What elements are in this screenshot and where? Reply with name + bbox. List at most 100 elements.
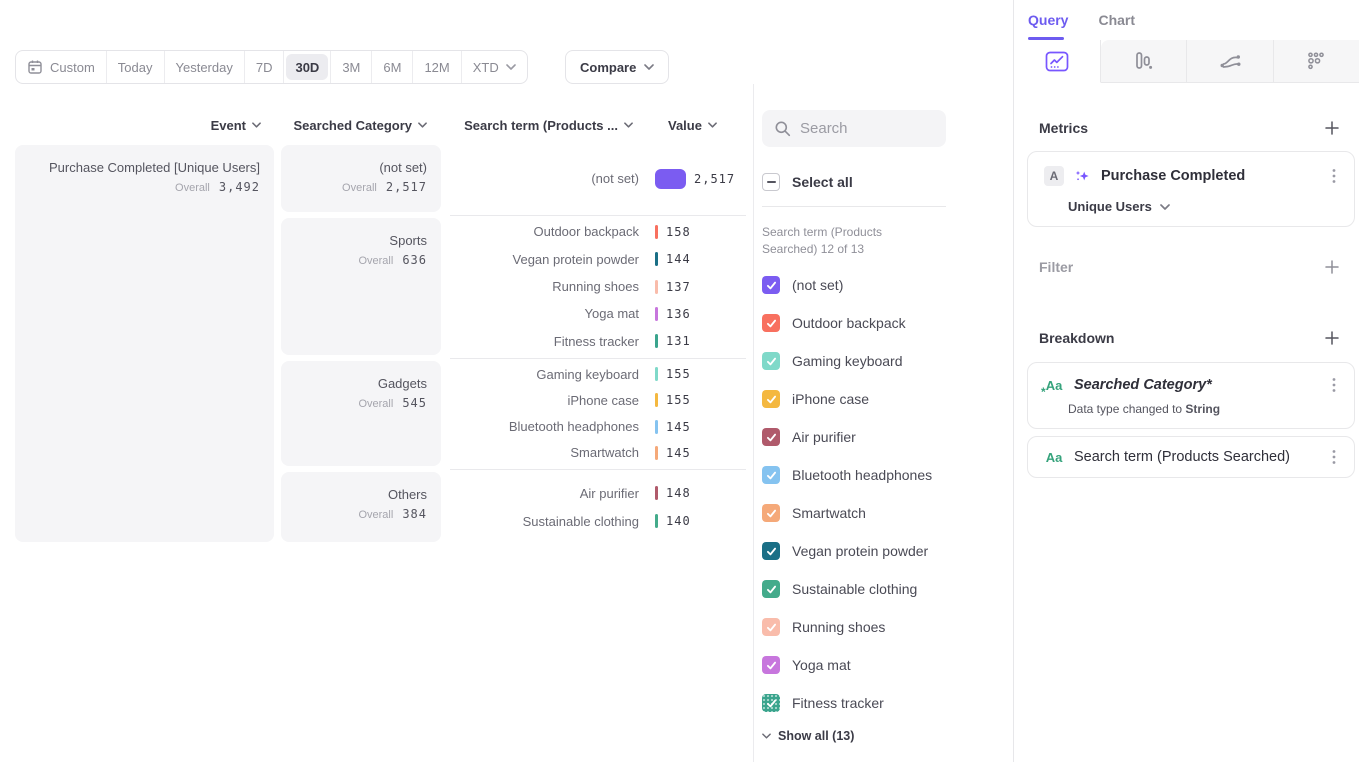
breakdown-card-search-term[interactable]: Aa Search term (Products Searched)	[1027, 436, 1355, 478]
filter-heading-row: Filter	[1027, 258, 1355, 275]
series-checkbox-checked[interactable]	[762, 580, 780, 598]
date-range-12m[interactable]: 12M	[412, 51, 460, 83]
event-cell[interactable]: Purchase Completed [Unique Users] Overal…	[15, 145, 274, 542]
kebab-menu-icon[interactable]	[1326, 449, 1342, 465]
value-bar[interactable]	[655, 420, 658, 434]
value-bar[interactable]	[655, 225, 658, 239]
term-group-gadgets: Gaming keyboard 155 iPhone case 155 Blue…	[450, 361, 746, 466]
column-header-search-term[interactable]: Search term (Products ...	[450, 117, 633, 133]
legend-item[interactable]: (not set)	[762, 266, 1013, 304]
series-checkbox-checked[interactable]	[762, 352, 780, 370]
date-range-xtd[interactable]: XTD	[461, 51, 527, 83]
value-bar[interactable]	[655, 334, 658, 348]
term-row[interactable]: Smartwatch 145	[450, 440, 746, 466]
value-bar[interactable]	[655, 280, 658, 294]
term-row[interactable]: Sustainable clothing 140	[450, 507, 746, 535]
column-header-event[interactable]: Event	[15, 117, 261, 133]
legend-item[interactable]: Vegan protein powder	[762, 532, 1013, 570]
tab-query-active[interactable]: Query	[1028, 0, 1068, 40]
column-header-value[interactable]: Value	[668, 117, 748, 133]
add-filter-button[interactable]	[1324, 259, 1340, 275]
tab-funnels-report[interactable]	[1101, 40, 1187, 83]
value-bar[interactable]	[655, 446, 658, 460]
series-checkbox-checked[interactable]	[762, 466, 780, 484]
metrics-heading: Metrics	[1039, 120, 1088, 136]
date-range-7d[interactable]: 7D	[244, 51, 284, 83]
category-cell-not-set[interactable]: (not set) Overall2,517	[281, 145, 441, 212]
date-range-yesterday[interactable]: Yesterday	[164, 51, 244, 83]
series-checkbox-checked[interactable]	[762, 618, 780, 636]
category-cell-gadgets[interactable]: Gadgets Overall545	[281, 361, 441, 466]
legend-item[interactable]: Gaming keyboard	[762, 342, 1013, 380]
legend-search-input[interactable]	[800, 120, 936, 137]
term-row[interactable]: Bluetooth headphones 145	[450, 414, 746, 440]
series-checkbox-checked[interactable]	[762, 694, 780, 712]
date-range-custom[interactable]: Custom	[16, 51, 106, 83]
legend-item[interactable]: iPhone case	[762, 380, 1013, 418]
legend-item[interactable]: Bluetooth headphones	[762, 456, 1013, 494]
term-row[interactable]: Outdoor backpack 158	[450, 218, 746, 245]
series-checkbox-checked[interactable]	[762, 390, 780, 408]
tab-retention-report[interactable]	[1273, 40, 1359, 83]
kebab-menu-icon[interactable]	[1326, 377, 1342, 393]
category-cell-sports[interactable]: Sports Overall636	[281, 218, 441, 355]
value-bar[interactable]	[655, 307, 658, 321]
value-bar[interactable]	[655, 486, 658, 500]
tab-chart[interactable]: Chart	[1098, 0, 1135, 40]
series-checkbox-checked[interactable]	[762, 314, 780, 332]
term-row[interactable]: Running shoes 137	[450, 273, 746, 300]
date-range-6m[interactable]: 6M	[371, 51, 412, 83]
value-bar[interactable]	[655, 169, 686, 189]
value-bar[interactable]	[655, 514, 658, 528]
breakdown-heading: Breakdown	[1039, 330, 1114, 346]
legend-item[interactable]: Sustainable clothing	[762, 570, 1013, 608]
metrics-heading-row: Metrics	[1027, 119, 1355, 136]
term-row[interactable]: iPhone case 155	[450, 387, 746, 413]
term-row[interactable]: Yoga mat 136	[450, 300, 746, 327]
legend-search[interactable]	[762, 110, 946, 147]
category-cell-others[interactable]: Others Overall384	[281, 472, 441, 542]
kebab-menu-icon[interactable]	[1326, 168, 1342, 184]
measure-dropdown[interactable]: Unique Users	[1068, 199, 1342, 214]
legend-item[interactable]: Smartwatch	[762, 494, 1013, 532]
breakdown-card-searched-category[interactable]: Aa* Searched Category* Data type changed…	[1027, 362, 1355, 429]
term-row[interactable]: (not set) 2,517	[450, 165, 746, 193]
term-row[interactable]: Vegan protein powder 144	[450, 245, 746, 272]
string-type-icon: Aa*	[1044, 378, 1064, 393]
legend-item[interactable]: Yoga mat	[762, 646, 1013, 684]
chevron-down-icon	[418, 122, 427, 128]
term-row[interactable]: Air purifier 148	[450, 479, 746, 507]
term-row[interactable]: Fitness tracker 131	[450, 328, 746, 355]
series-checkbox-checked[interactable]	[762, 504, 780, 522]
value-bar[interactable]	[655, 252, 658, 266]
series-checkbox-checked[interactable]	[762, 428, 780, 446]
series-checkbox-checked[interactable]	[762, 656, 780, 674]
chevron-down-icon	[506, 64, 516, 70]
compare-button[interactable]: Compare	[565, 50, 669, 84]
legend-item[interactable]: Air purifier	[762, 418, 1013, 456]
term-group-sports: Outdoor backpack 158 Vegan protein powde…	[450, 218, 746, 355]
legend-item[interactable]: Running shoes	[762, 608, 1013, 646]
tab-insights-report-active[interactable]	[1014, 40, 1101, 83]
plus-icon	[1324, 259, 1340, 275]
legend-item[interactable]: Fitness tracker	[762, 684, 1013, 722]
term-group-others: Air purifier 148 Sustainable clothing 14…	[450, 472, 746, 542]
value-bar[interactable]	[655, 393, 658, 407]
metric-card[interactable]: A Purchase Completed Unique Users	[1027, 151, 1355, 227]
tab-flows-report[interactable]	[1186, 40, 1273, 83]
date-range-30d-selected[interactable]: 30D	[283, 51, 330, 83]
series-checkbox-checked[interactable]	[762, 542, 780, 560]
term-row[interactable]: Gaming keyboard 155	[450, 361, 746, 387]
add-metric-button[interactable]	[1324, 120, 1340, 136]
add-breakdown-button[interactable]	[1324, 330, 1340, 346]
legend-item[interactable]: Outdoor backpack	[762, 304, 1013, 342]
select-all-row[interactable]: Select all	[762, 173, 1013, 191]
date-range-3m[interactable]: 3M	[330, 51, 371, 83]
value-bar[interactable]	[655, 367, 658, 381]
term-group-not-set: (not set) 2,517	[450, 145, 746, 212]
date-range-today[interactable]: Today	[106, 51, 164, 83]
show-all-link[interactable]: Show all (13)	[762, 729, 1013, 743]
column-header-searched-category[interactable]: Searched Category	[281, 117, 427, 133]
series-checkbox-checked[interactable]	[762, 276, 780, 294]
select-all-checkbox-indeterminate[interactable]	[762, 173, 780, 191]
